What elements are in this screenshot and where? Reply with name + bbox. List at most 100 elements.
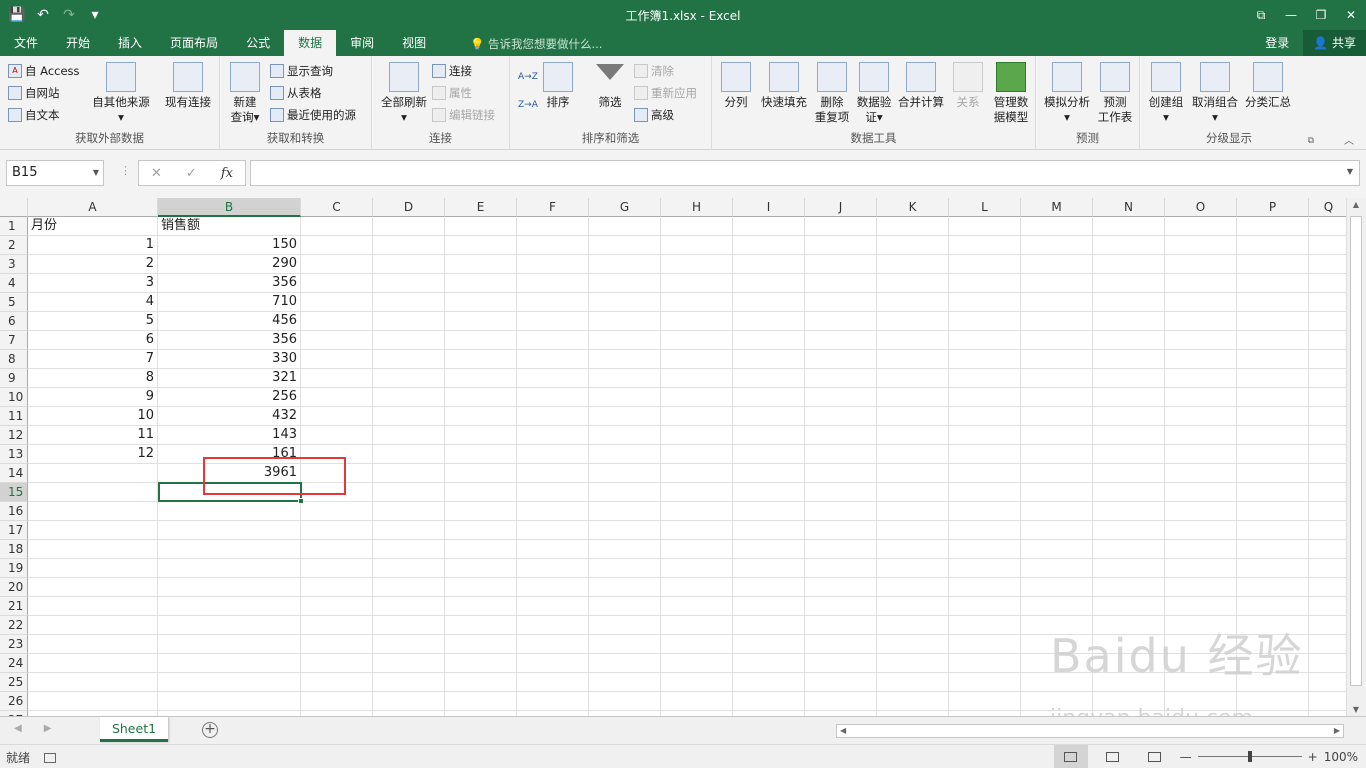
cell-h25[interactable] (661, 673, 733, 692)
cell-m12[interactable] (1021, 426, 1093, 445)
cell-a19[interactable] (28, 559, 158, 578)
cell-e26[interactable] (445, 692, 517, 711)
cell-l19[interactable] (949, 559, 1021, 578)
cell-c16[interactable] (301, 502, 373, 521)
scroll-thumb[interactable] (1350, 216, 1362, 686)
cell-n1[interactable] (1093, 217, 1165, 236)
enter-icon[interactable]: ✓ (186, 166, 197, 181)
cell-a10[interactable]: 9 (28, 388, 158, 407)
cell-h21[interactable] (661, 597, 733, 616)
cell-q19[interactable] (1309, 559, 1349, 578)
cell-l10[interactable] (949, 388, 1021, 407)
cell-f21[interactable] (517, 597, 589, 616)
cell-p12[interactable] (1237, 426, 1309, 445)
cell-o14[interactable] (1165, 464, 1237, 483)
cell-k9[interactable] (877, 369, 949, 388)
cell-k2[interactable] (877, 236, 949, 255)
cell-c10[interactable] (301, 388, 373, 407)
cell-m10[interactable] (1021, 388, 1093, 407)
cell-q16[interactable] (1309, 502, 1349, 521)
cell-i20[interactable] (733, 578, 805, 597)
cell-m5[interactable] (1021, 293, 1093, 312)
cell-p1[interactable] (1237, 217, 1309, 236)
cell-c17[interactable] (301, 521, 373, 540)
cell-k20[interactable] (877, 578, 949, 597)
cell-l15[interactable] (949, 483, 1021, 502)
cell-k3[interactable] (877, 255, 949, 274)
cell-c8[interactable] (301, 350, 373, 369)
cell-f2[interactable] (517, 236, 589, 255)
cell-i18[interactable] (733, 540, 805, 559)
cell-c18[interactable] (301, 540, 373, 559)
cell-j9[interactable] (805, 369, 877, 388)
cell-d7[interactable] (373, 331, 445, 350)
cell-c21[interactable] (301, 597, 373, 616)
cell-h17[interactable] (661, 521, 733, 540)
cell-a17[interactable] (28, 521, 158, 540)
cell-p5[interactable] (1237, 293, 1309, 312)
cell-n16[interactable] (1093, 502, 1165, 521)
cell-c23[interactable] (301, 635, 373, 654)
cell-h1[interactable] (661, 217, 733, 236)
cell-a2[interactable]: 1 (28, 236, 158, 255)
cell-o20[interactable] (1165, 578, 1237, 597)
cell-b15[interactable] (158, 483, 301, 502)
cell-l6[interactable] (949, 312, 1021, 331)
cell-p17[interactable] (1237, 521, 1309, 540)
cell-m15[interactable] (1021, 483, 1093, 502)
cell-h18[interactable] (661, 540, 733, 559)
properties-button[interactable]: 属性 (432, 84, 472, 102)
cell-a21[interactable] (28, 597, 158, 616)
cell-h2[interactable] (661, 236, 733, 255)
cell-f7[interactable] (517, 331, 589, 350)
cell-n20[interactable] (1093, 578, 1165, 597)
cell-l13[interactable] (949, 445, 1021, 464)
sort-button[interactable]: 排序 (540, 62, 576, 110)
cell-f20[interactable] (517, 578, 589, 597)
cell-a16[interactable] (28, 502, 158, 521)
page-break-view-icon[interactable] (1138, 745, 1172, 768)
cell-h23[interactable] (661, 635, 733, 654)
row-header[interactable]: 17 (0, 521, 28, 540)
cell-j18[interactable] (805, 540, 877, 559)
cell-k19[interactable] (877, 559, 949, 578)
cell-g2[interactable] (589, 236, 661, 255)
cell-e12[interactable] (445, 426, 517, 445)
share-button[interactable]: 👤 共享 (1303, 30, 1366, 56)
cell-n14[interactable] (1093, 464, 1165, 483)
normal-view-icon[interactable] (1053, 745, 1088, 768)
cell-p19[interactable] (1237, 559, 1309, 578)
cell-i8[interactable] (733, 350, 805, 369)
cell-p3[interactable] (1237, 255, 1309, 274)
cell-f9[interactable] (517, 369, 589, 388)
column-header-q[interactable]: Q (1309, 198, 1349, 217)
cell-e10[interactable] (445, 388, 517, 407)
cell-j14[interactable] (805, 464, 877, 483)
cell-a20[interactable] (28, 578, 158, 597)
cell-j5[interactable] (805, 293, 877, 312)
undo-icon[interactable]: ↶ (32, 4, 54, 26)
zoom-level[interactable]: 100% (1324, 750, 1358, 764)
prev-sheet-icon[interactable]: ◀ (14, 723, 22, 734)
cell-q15[interactable] (1309, 483, 1349, 502)
cell-g23[interactable] (589, 635, 661, 654)
row-header[interactable]: 1 (0, 217, 28, 236)
cell-c25[interactable] (301, 673, 373, 692)
column-header-o[interactable]: O (1165, 198, 1237, 217)
cell-g22[interactable] (589, 616, 661, 635)
cell-e4[interactable] (445, 274, 517, 293)
row-header[interactable]: 26 (0, 692, 28, 711)
scroll-down-icon[interactable]: ▼ (1347, 705, 1365, 714)
cell-e24[interactable] (445, 654, 517, 673)
macro-record-icon[interactable] (44, 752, 57, 763)
cell-k17[interactable] (877, 521, 949, 540)
row-header[interactable]: 24 (0, 654, 28, 673)
cell-a13[interactable]: 12 (28, 445, 158, 464)
cell-g19[interactable] (589, 559, 661, 578)
cell-o9[interactable] (1165, 369, 1237, 388)
cell-o18[interactable] (1165, 540, 1237, 559)
cell-j12[interactable] (805, 426, 877, 445)
cell-c22[interactable] (301, 616, 373, 635)
row-header[interactable]: 6 (0, 312, 28, 331)
cell-m16[interactable] (1021, 502, 1093, 521)
